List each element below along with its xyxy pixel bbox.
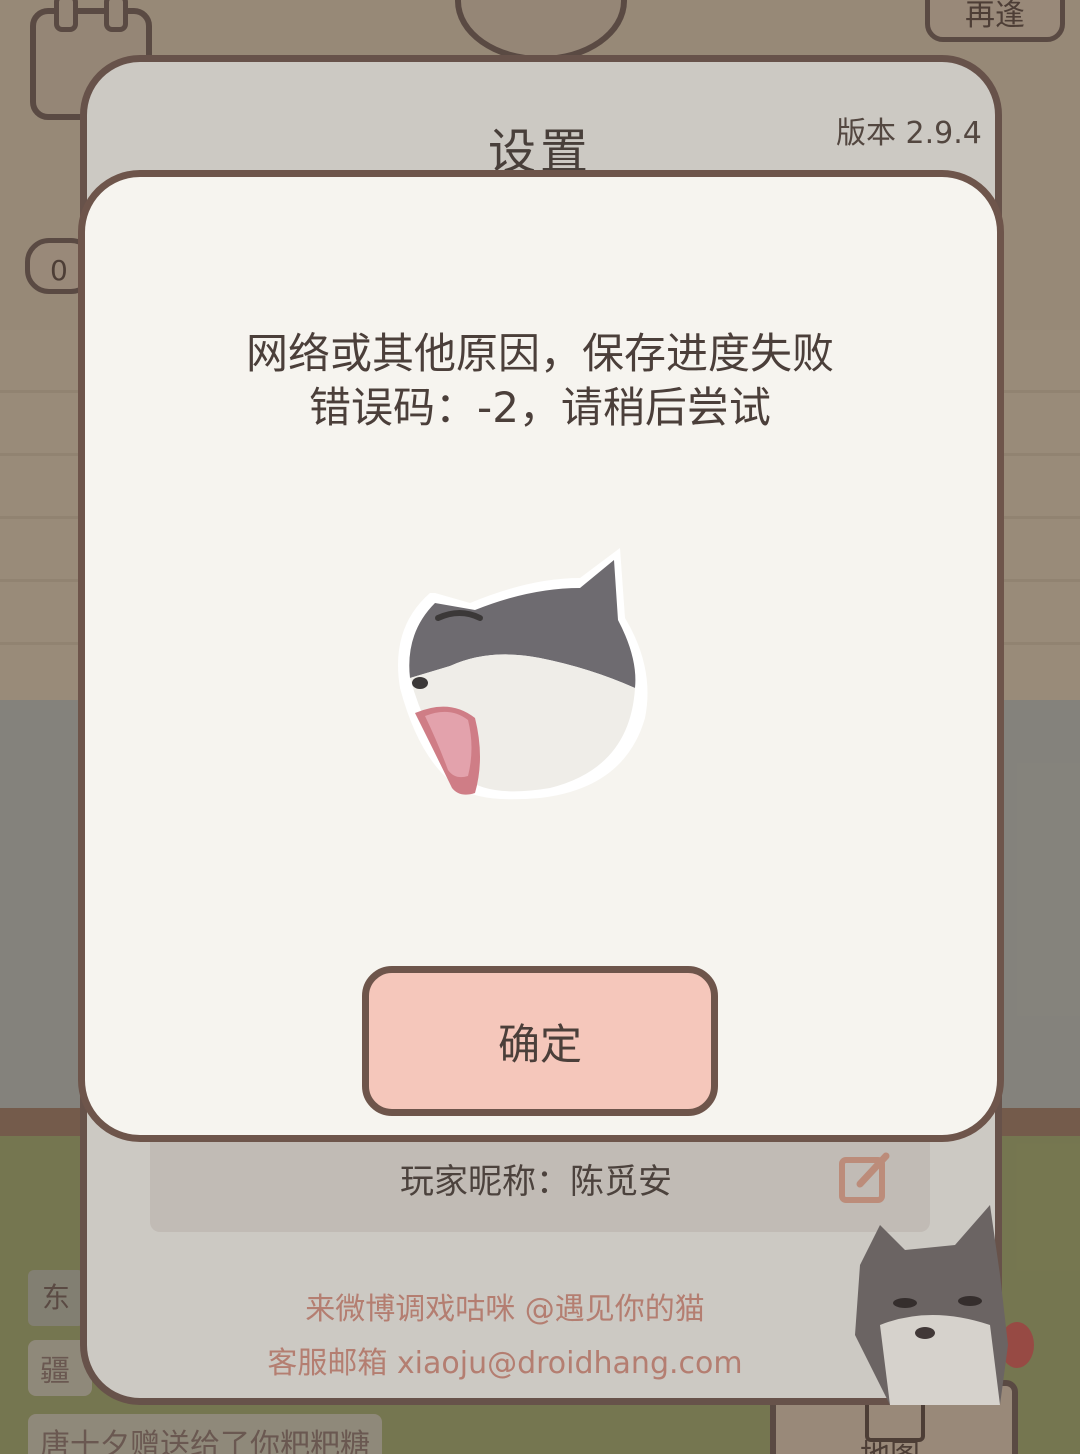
error-message-line1: 网络或其他原因，保存进度失败 <box>245 329 834 378</box>
error-message-line2: 错误码：-2，请稍后尝试 <box>309 383 771 432</box>
yawning-cat-icon <box>398 548 648 800</box>
game-screen: 再逢 0 东 疆 唐十夕赠送给了你粑粑糖 地图 设置 版本 2.9.4 玩家昵称… <box>0 0 1080 1454</box>
confirm-button[interactable]: 确定 <box>362 966 718 1116</box>
